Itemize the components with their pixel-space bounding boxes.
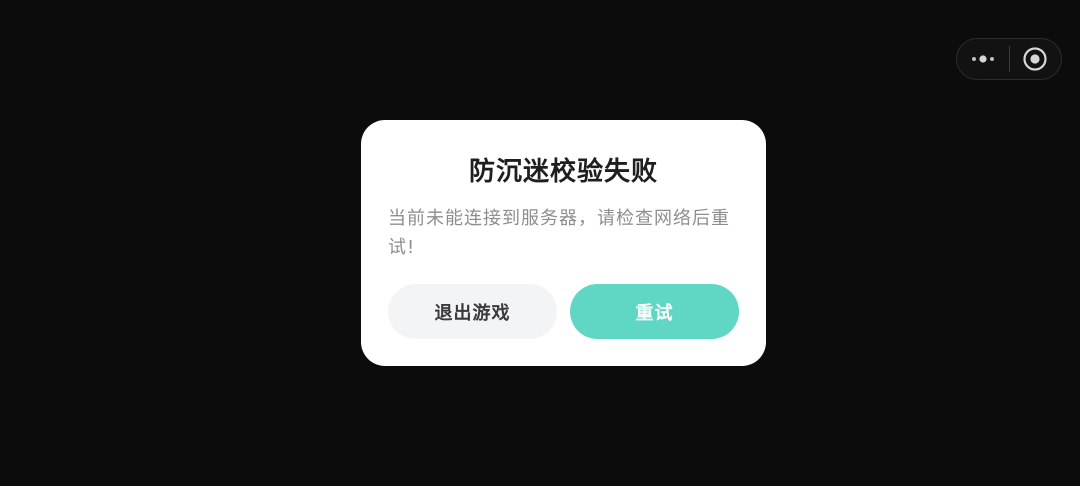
dialog-title: 防沉迷校验失败	[468, 157, 658, 187]
more-button[interactable]	[957, 39, 1009, 79]
game-screen: 防沉迷校验失败 当前未能连接到服务器，请检查网络后重试! 退出游戏 重试	[0, 0, 1080, 486]
dialog-message: 当前未能连接到服务器，请检查网络后重试!	[388, 208, 730, 258]
more-dots-icon	[971, 55, 994, 63]
exit-game-button[interactable]: 退出游戏	[388, 284, 557, 339]
mini-program-capsule	[956, 38, 1062, 80]
target-close-icon	[1023, 47, 1047, 71]
dialog-actions: 退出游戏 重试	[388, 284, 739, 339]
anti-addiction-dialog: 防沉迷校验失败 当前未能连接到服务器，请检查网络后重试! 退出游戏 重试	[361, 120, 766, 366]
retry-button[interactable]: 重试	[570, 284, 739, 339]
close-button[interactable]	[1009, 39, 1061, 79]
